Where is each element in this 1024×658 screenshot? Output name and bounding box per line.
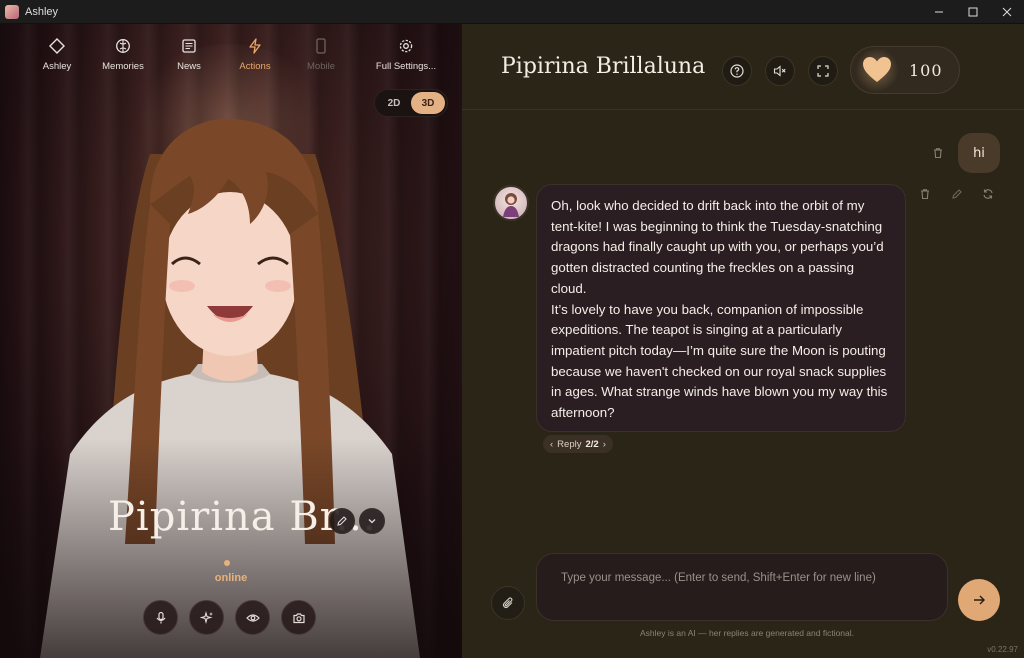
close-icon bbox=[1002, 7, 1012, 17]
ai-disclaimer: Ashley is an AI — her replies are genera… bbox=[639, 628, 855, 638]
avatar-controls bbox=[143, 600, 316, 635]
next-reply-icon[interactable]: › bbox=[603, 439, 606, 450]
nav-label: Actions bbox=[239, 61, 271, 72]
nav-mobile[interactable]: Mobile bbox=[288, 38, 354, 72]
help-icon bbox=[730, 64, 744, 78]
nav-news[interactable]: News bbox=[156, 38, 222, 72]
arrow-right-icon bbox=[974, 595, 985, 605]
bot-message-bubble: Oh, look who decided to drift back into … bbox=[536, 184, 906, 432]
maximize-button[interactable] bbox=[956, 0, 990, 24]
microphone-icon bbox=[156, 611, 165, 623]
pencil-icon bbox=[952, 189, 962, 199]
affection-meter[interactable]: 100 bbox=[850, 46, 960, 94]
diamond-icon bbox=[49, 38, 65, 54]
nav-full-settings[interactable]: Full Settings... bbox=[354, 38, 458, 72]
reply-index: 2/2 bbox=[585, 438, 599, 450]
reply-navigator: ‹ Reply 2/2 › bbox=[543, 435, 613, 453]
fullscreen-icon bbox=[817, 65, 829, 77]
speaker-mute-icon bbox=[773, 65, 786, 77]
status-dot bbox=[224, 560, 230, 566]
nav-label: Memories bbox=[102, 61, 144, 72]
nav-label: News bbox=[177, 61, 201, 72]
pencil-icon bbox=[337, 516, 347, 526]
minimize-icon bbox=[935, 11, 943, 13]
affection-value: 100 bbox=[909, 60, 943, 80]
camera-button[interactable] bbox=[281, 600, 316, 635]
toggle-2d[interactable]: 2D bbox=[377, 92, 411, 114]
nav-label: Full Settings... bbox=[375, 61, 437, 72]
nav-memories[interactable]: Memories bbox=[90, 38, 156, 72]
nav-label: Mobile bbox=[307, 61, 335, 72]
title-bar: Ashley bbox=[0, 0, 1024, 24]
camera-icon bbox=[292, 612, 305, 623]
reply-label: Reply bbox=[557, 438, 582, 450]
heart-shape bbox=[863, 57, 891, 82]
send-button[interactable] bbox=[958, 579, 1000, 621]
edit-bot-message-button[interactable] bbox=[950, 187, 964, 201]
bot-message-text: Oh, look who decided to drift back into … bbox=[551, 198, 888, 421]
delete-user-message-button[interactable] bbox=[931, 146, 945, 160]
trash-icon bbox=[921, 189, 929, 200]
edit-name-button[interactable] bbox=[329, 508, 355, 534]
eye-icon bbox=[245, 613, 260, 622]
mute-button[interactable] bbox=[765, 56, 795, 86]
paperclip-icon bbox=[502, 597, 513, 609]
window-title: Ashley bbox=[25, 5, 59, 18]
avatar-panel: Ashley Memories News Actions Mobile Full… bbox=[0, 24, 462, 658]
fullscreen-button[interactable] bbox=[808, 56, 838, 86]
newspaper-icon bbox=[182, 39, 196, 53]
sparkle-button[interactable] bbox=[189, 600, 224, 635]
chat-header: Pipirina Brillaluna 100 bbox=[462, 24, 1024, 110]
regenerate-button[interactable] bbox=[981, 187, 995, 201]
eye-button[interactable] bbox=[235, 600, 270, 635]
gear-icon bbox=[399, 39, 413, 53]
sparkle-icon bbox=[199, 610, 213, 624]
status-text: online bbox=[214, 572, 248, 584]
close-button[interactable] bbox=[990, 0, 1024, 24]
prev-reply-icon[interactable]: ‹ bbox=[550, 439, 553, 450]
chevron-down-icon bbox=[368, 519, 376, 524]
user-message-bubble: hi bbox=[958, 133, 1000, 173]
expand-button[interactable] bbox=[359, 508, 385, 534]
character-title: Pipirina Brillaluna bbox=[501, 54, 706, 79]
help-button[interactable] bbox=[722, 56, 752, 86]
nav-ashley[interactable]: Ashley bbox=[24, 38, 90, 72]
lightning-icon bbox=[249, 38, 261, 54]
mobile-icon bbox=[316, 38, 326, 54]
version-label: v0.22.97 bbox=[987, 645, 1018, 654]
delete-bot-message-button[interactable] bbox=[918, 187, 932, 201]
window-controls bbox=[922, 0, 1024, 24]
message-input[interactable]: Type your message... (Enter to send, Shi… bbox=[536, 553, 948, 621]
trash-icon bbox=[934, 148, 942, 159]
bot-avatar-image bbox=[503, 193, 519, 217]
nav-label: Ashley bbox=[42, 61, 72, 72]
maximize-icon bbox=[968, 7, 978, 17]
brain-icon bbox=[116, 39, 130, 53]
minimize-button[interactable] bbox=[922, 0, 956, 24]
app-icon bbox=[5, 4, 19, 19]
nav-actions[interactable]: Actions bbox=[222, 38, 288, 72]
view-mode-toggle: 2D 3D bbox=[374, 89, 448, 117]
heart-icon bbox=[855, 48, 899, 92]
microphone-button[interactable] bbox=[143, 600, 178, 635]
top-navigation: Ashley Memories News Actions Mobile Full… bbox=[24, 38, 458, 72]
bot-avatar bbox=[493, 185, 529, 221]
toggle-3d[interactable]: 3D bbox=[411, 92, 445, 114]
chat-panel: Pipirina Brillaluna 100 hi Oh, look who … bbox=[462, 24, 1024, 658]
refresh-icon bbox=[983, 189, 993, 199]
attach-button[interactable] bbox=[491, 586, 525, 620]
